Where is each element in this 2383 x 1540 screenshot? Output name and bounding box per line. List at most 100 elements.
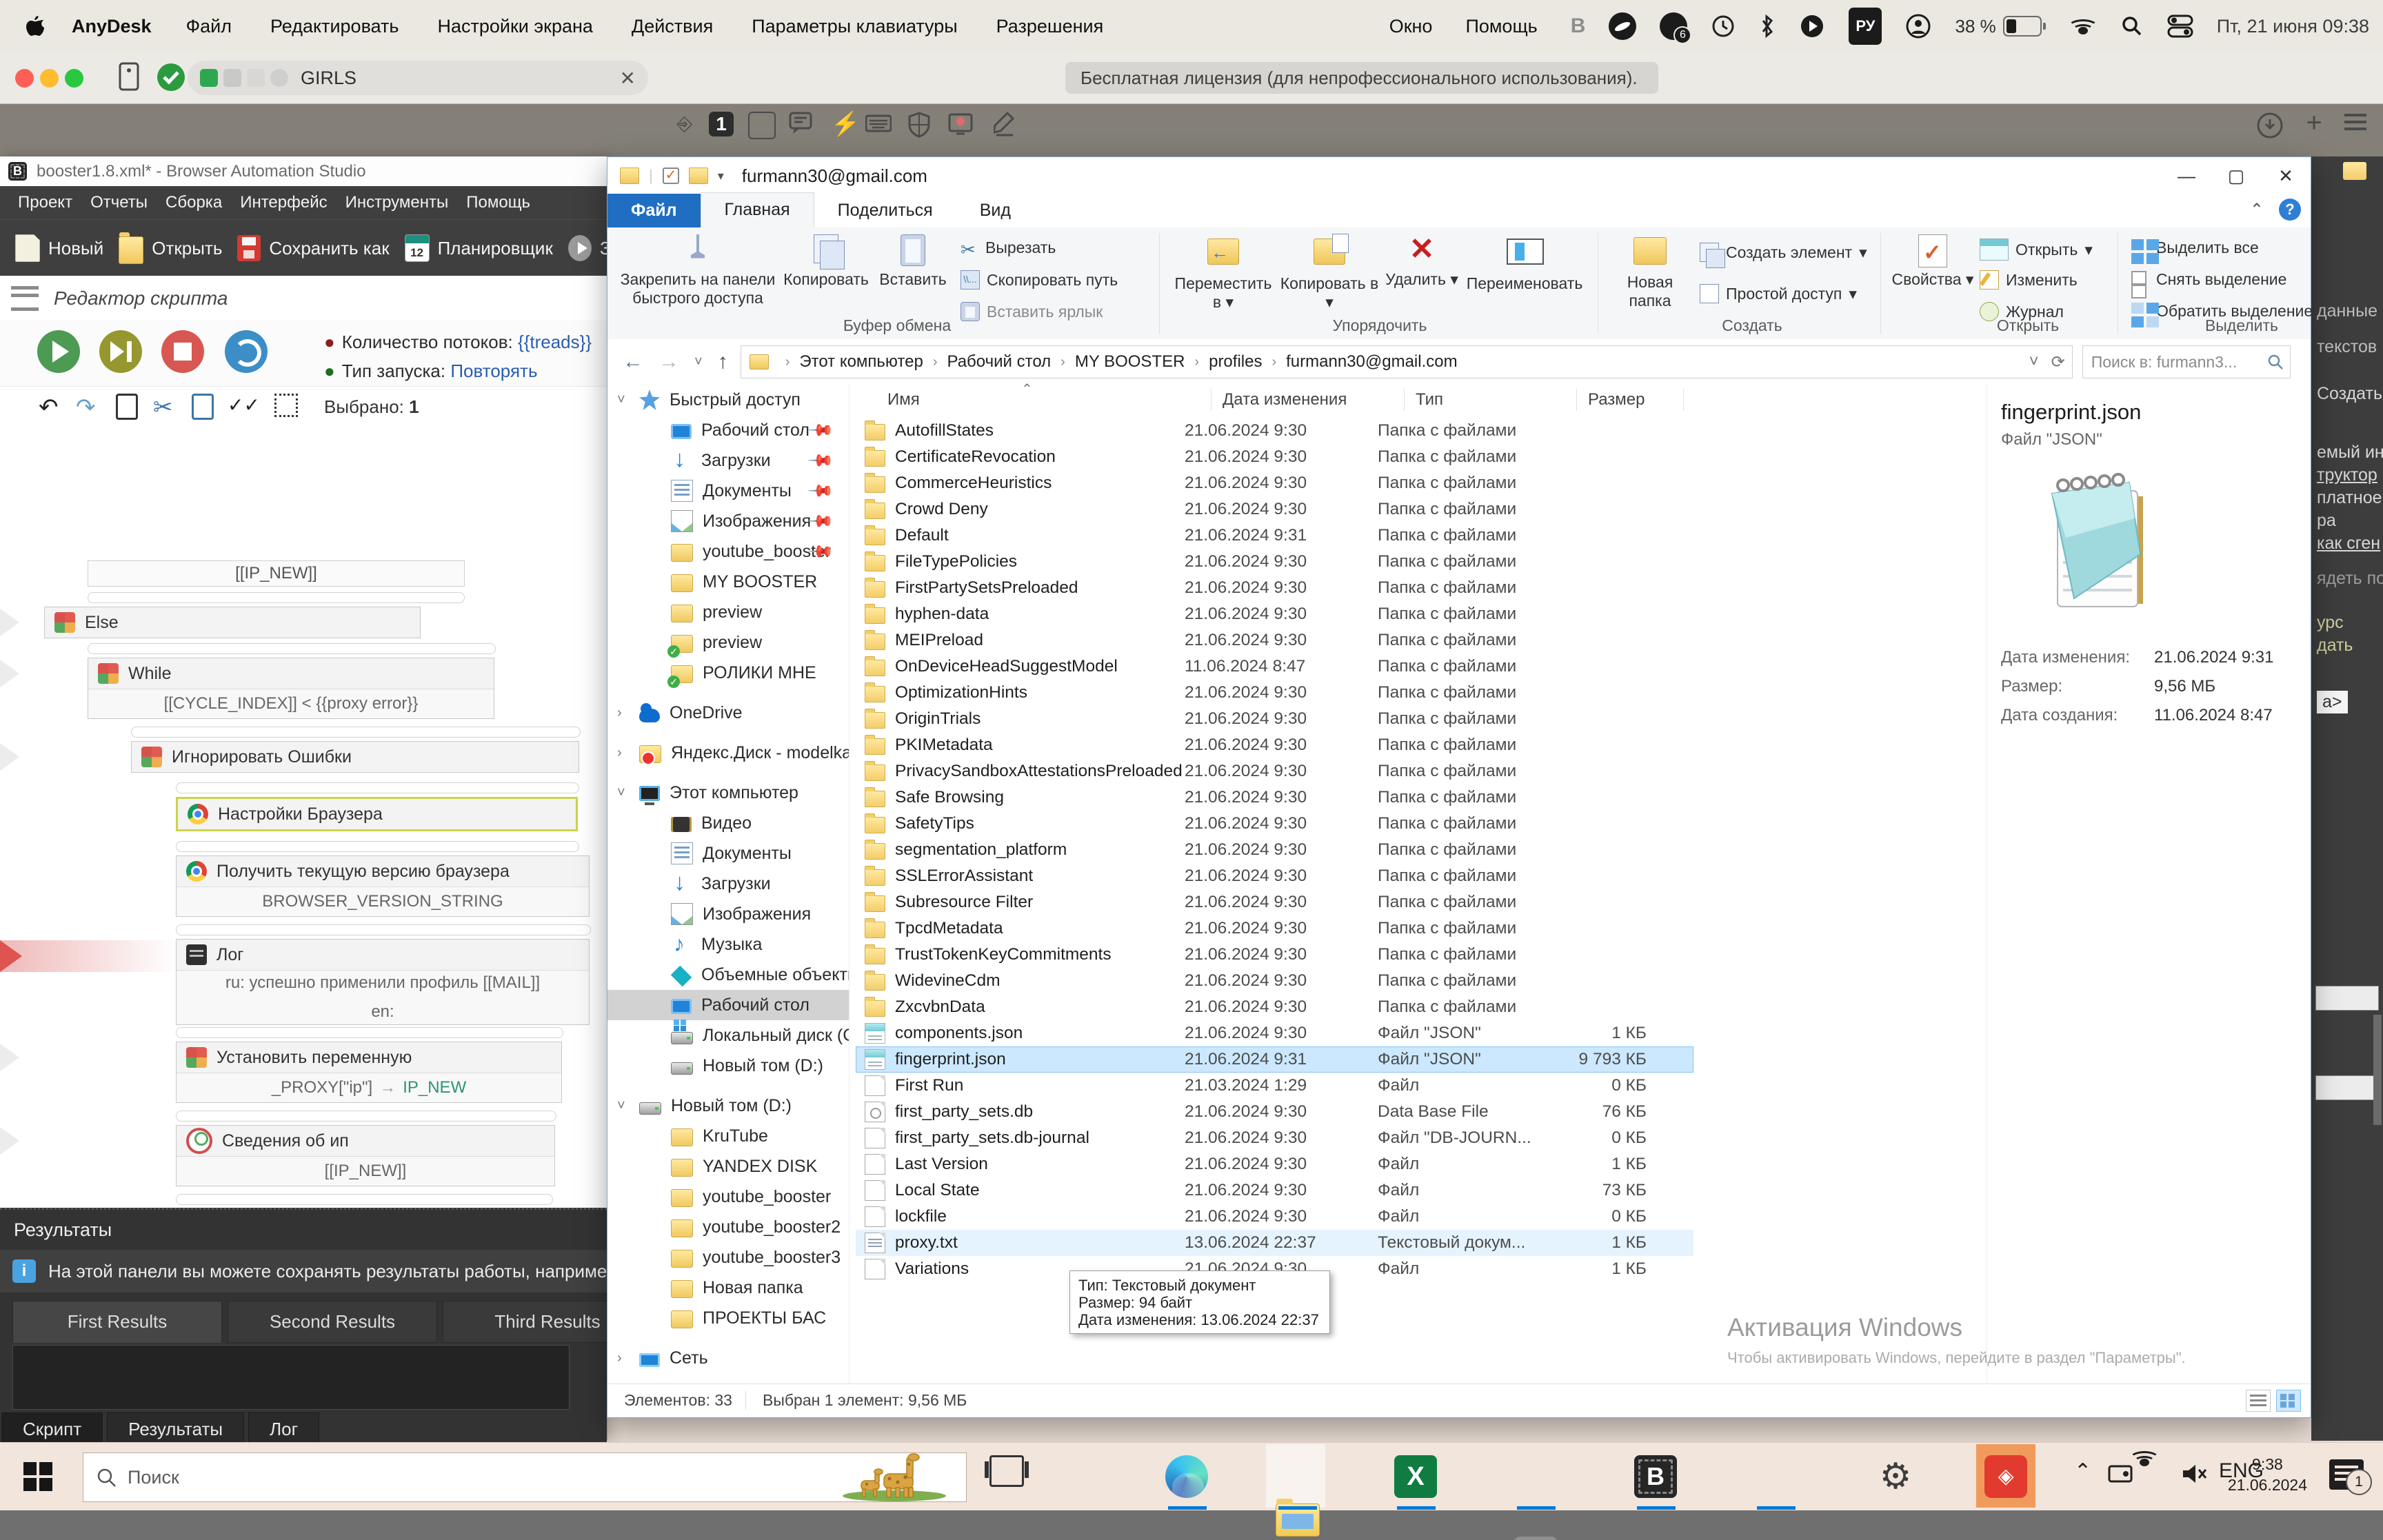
expand-icon[interactable]: › <box>617 705 622 721</box>
icons-view-button[interactable] <box>2276 1390 2301 1412</box>
menubar-item-actions[interactable]: Действия <box>632 16 713 37</box>
file-row[interactable]: Default 21.06.2024 9:31 Папка с файлами <box>856 523 1693 549</box>
play-status-icon[interactable] <box>1799 11 1825 41</box>
file-row[interactable]: OnDeviceHeadSuggestModel 11.06.2024 8:47… <box>856 654 1693 680</box>
file-row[interactable]: lockfile 21.06.2024 9:30 Файл 0 КБ <box>856 1204 1693 1230</box>
sidebar-item[interactable]: Объемные объекты 📌 <box>607 960 849 990</box>
redo-icon[interactable]: ↷ <box>76 394 96 421</box>
open-button[interactable]: Открыть ▾ <box>1980 239 2093 261</box>
tray-expand-icon[interactable]: ⌃ <box>2074 1459 2091 1483</box>
bas-app-icon[interactable]: B <box>1634 1455 1677 1498</box>
monitor-count-badge[interactable]: 1 <box>709 112 734 136</box>
sidebar-item[interactable]: YANDEX DISK 📌 <box>607 1151 849 1182</box>
sidebar-item[interactable]: Загрузки 📌 <box>607 445 849 476</box>
file-row[interactable]: First Run 21.03.2024 1:29 Файл 0 КБ <box>856 1073 1693 1099</box>
file-row[interactable]: OriginTrials 21.06.2024 9:30 Папка с фай… <box>856 706 1693 732</box>
cast-display-icon[interactable] <box>2107 1463 2133 1491</box>
minimize-button[interactable]: — <box>2162 157 2211 194</box>
file-row[interactable]: Subresource Filter 21.06.2024 9:30 Папка… <box>856 889 1693 915</box>
refresh-icon[interactable]: ⟳ <box>2051 352 2065 372</box>
bas-menu-item[interactable]: Сборка <box>165 193 222 212</box>
column-type[interactable]: Тип <box>1416 390 1443 409</box>
sidebar-item[interactable]: Новая папка 📌 <box>607 1273 849 1303</box>
block-else[interactable]: Else <box>44 607 421 638</box>
breadcrumb-segment[interactable]: Рабочий стол <box>947 352 1052 372</box>
task-view-icon[interactable] <box>989 1455 1032 1498</box>
apple-menu-icon[interactable] <box>25 14 46 38</box>
stop-button[interactable] <box>161 330 204 373</box>
file-row[interactable]: Last Version 21.06.2024 9:30 Файл 1 КБ <box>856 1151 1693 1177</box>
new-project-button[interactable]: Новый <box>15 234 103 262</box>
sidebar-item[interactable]: ˅ Новый том (D:) 📌 <box>607 1091 849 1121</box>
display-icon[interactable] <box>748 112 776 139</box>
menubar-item-file[interactable]: Файл <box>186 16 232 37</box>
block-get-browser-version[interactable]: Получить текущую версию браузера BROWSER… <box>176 855 590 917</box>
b-status-icon[interactable]: B <box>1571 11 1586 41</box>
runtype-setting[interactable]: ●Тип запуска: Повторять <box>324 361 538 382</box>
edge-app-icon[interactable] <box>1165 1455 1208 1498</box>
select-region-icon[interactable] <box>274 394 298 423</box>
file-row[interactable]: components.json 21.06.2024 9:30 Файл "JS… <box>856 1020 1693 1046</box>
user-account-icon[interactable] <box>1905 11 1931 41</box>
breadcrumb-segment[interactable]: MY BOOSTER <box>1075 352 1185 372</box>
bas-titlebar[interactable]: B booster1.8.xml* - Browser Automation S… <box>0 156 607 187</box>
new-session-icon[interactable]: ⎆ <box>672 112 697 136</box>
step-button[interactable] <box>99 330 142 373</box>
qat-dropdown-icon[interactable]: ▾ <box>718 169 724 183</box>
sidebar-item[interactable]: KruTube 📌 <box>607 1121 849 1151</box>
file-row[interactable]: OptimizationHints 21.06.2024 9:30 Папка … <box>856 680 1693 706</box>
copy-icon[interactable] <box>116 394 138 426</box>
bas-menu-item[interactable]: Интерфейс <box>240 193 327 212</box>
maximize-button[interactable]: ▢ <box>2211 157 2261 194</box>
new-item-button[interactable]: Создать элемент ▾ <box>1700 243 1867 262</box>
sidebar-item[interactable]: ˅ Быстрый доступ 📌 <box>607 385 849 415</box>
app-badge-icon[interactable]: 6 <box>1660 11 1687 41</box>
results-tab[interactable]: Second Results <box>228 1301 437 1343</box>
settings-app-icon[interactable]: ⚙ <box>1874 1455 1917 1498</box>
chat-icon[interactable] <box>788 112 813 136</box>
paste-icon[interactable] <box>192 394 214 426</box>
copy-path-button[interactable]: \\...Скопировать путь <box>961 270 1118 290</box>
bluetooth-icon[interactable] <box>1759 11 1776 41</box>
details-view-button[interactable] <box>2246 1390 2271 1412</box>
sidebar-item[interactable]: Рабочий стол 📌 <box>607 415 849 445</box>
sidebar-item[interactable]: Изображения 📌 <box>607 506 849 536</box>
bas-bottom-tab[interactable]: Лог <box>248 1412 319 1443</box>
volume-muted-icon[interactable] <box>2180 1462 2208 1491</box>
file-row[interactable]: TpcdMetadata 21.06.2024 9:30 Папка с фай… <box>856 915 1693 942</box>
time-machine-icon[interactable] <box>1711 11 1736 41</box>
bas-menu-item[interactable]: Отчеты <box>90 193 148 212</box>
save-as-button[interactable]: Сохранить как <box>237 235 389 261</box>
monitor-icon[interactable] <box>117 62 141 98</box>
edit-button[interactable]: Изменить <box>1980 270 2078 290</box>
bas-bottom-tab[interactable]: Результаты <box>107 1412 244 1443</box>
sidebar-item[interactable]: ˅ Этот компьютер 📌 <box>607 778 849 808</box>
sidebar-item[interactable]: › Яндекс.Диск - modelkate2 📌 <box>607 738 849 768</box>
copy-button[interactable]: Копировать <box>781 234 871 289</box>
taskbar-clock[interactable]: 9:38 21.06.2024 <box>2228 1454 2307 1495</box>
tab-view[interactable]: Вид <box>956 194 1034 227</box>
keyboard-icon[interactable] <box>865 112 890 136</box>
bas-menu-item[interactable]: Помощь <box>466 193 530 212</box>
input-language-switch[interactable]: РУ <box>1849 8 1882 45</box>
close-window-button[interactable] <box>15 69 34 88</box>
file-row[interactable]: ZxcvbnData 21.06.2024 9:30 Папка с файла… <box>856 994 1693 1020</box>
wifi-icon[interactable] <box>2069 11 2097 41</box>
column-size[interactable]: Размер <box>1588 390 1645 409</box>
scrollbar[interactable] <box>2373 1015 2382 1125</box>
properties-qat-icon[interactable] <box>663 168 679 184</box>
search-icon[interactable] <box>2266 353 2284 371</box>
properties-button[interactable]: Свойства ▾ <box>1891 234 1974 289</box>
taskbar-search[interactable]: Поиск <box>83 1452 967 1502</box>
sidebar-item[interactable]: ПРОЕКТЫ БАС 📌 <box>607 1303 849 1333</box>
menubar-item-display[interactable]: Настройки экрана <box>437 16 592 37</box>
validate-icon[interactable]: ✓✓ <box>228 394 260 416</box>
search-box[interactable]: Поиск в: furmann3... <box>2082 345 2291 378</box>
file-row[interactable]: first_party_sets.db 21.06.2024 9:30 Data… <box>856 1099 1693 1125</box>
menubar-item-keyboard[interactable]: Параметры клавиатуры <box>752 16 957 37</box>
file-row[interactable]: AutofillStates 21.06.2024 9:30 Папка с ф… <box>856 418 1693 444</box>
sidebar-item[interactable]: Документы 📌 <box>607 838 849 869</box>
connector[interactable] <box>176 924 591 935</box>
pin-to-quick-access-button[interactable]: Закрепить на панели быстрого доступа <box>619 234 777 307</box>
open-project-button[interactable]: Открыть <box>119 232 222 264</box>
